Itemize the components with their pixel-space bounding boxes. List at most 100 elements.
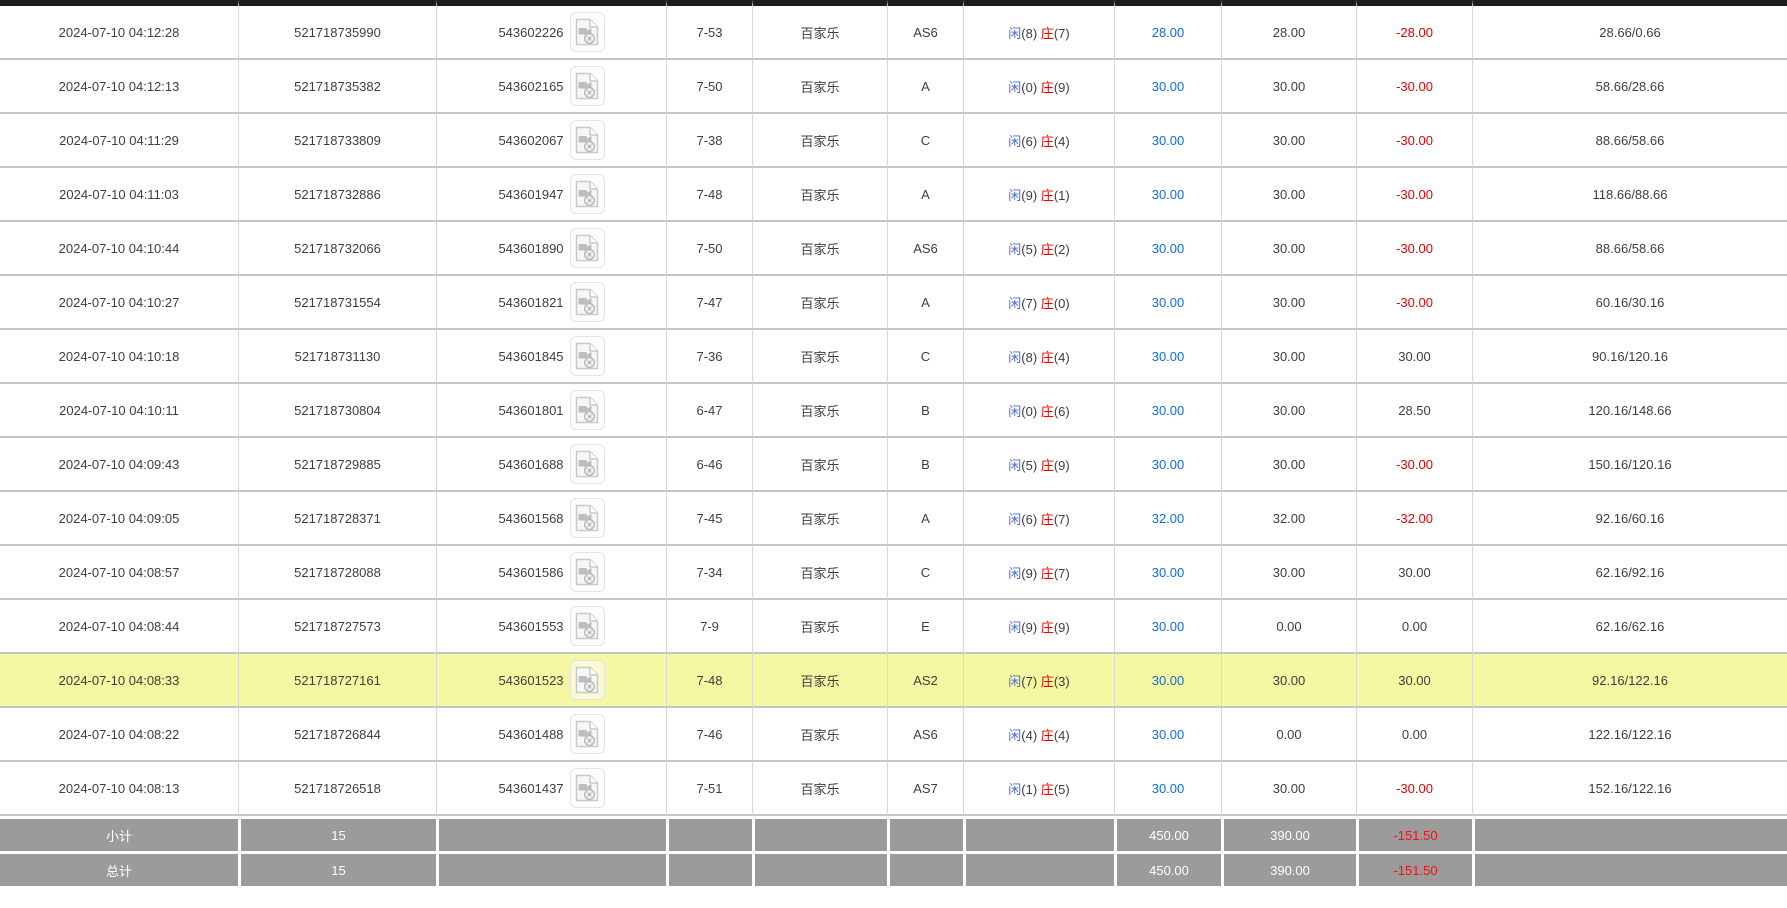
video-replay-button[interactable] — [570, 606, 605, 646]
video-replay-button[interactable] — [570, 336, 605, 376]
bet-amount-link[interactable]: 30.00 — [1152, 673, 1185, 688]
total-valid-total: 390.00 — [1221, 851, 1356, 886]
video-file-icon — [575, 774, 599, 802]
video-file-icon — [575, 612, 599, 640]
round-number: 543601586 — [498, 565, 563, 580]
round-id-group: 543601437 — [498, 768, 604, 808]
round-id-group: 543602226 — [498, 12, 604, 52]
bet-amount-link[interactable]: 28.00 — [1152, 25, 1185, 40]
table-row[interactable]: 2024-07-10 04:12:13521718735382543602165… — [0, 60, 1787, 114]
table-row[interactable]: 2024-07-10 04:11:03521718732886543601947… — [0, 168, 1787, 222]
round-number: 543602067 — [498, 133, 563, 148]
zhuang-points: (4) — [1054, 350, 1070, 365]
cell-table-number: 7-36 — [666, 330, 752, 384]
cell-game-type: 百家乐 — [752, 762, 887, 816]
cell-game-type: 百家乐 — [752, 114, 887, 168]
video-replay-button[interactable] — [570, 444, 605, 484]
table-row[interactable]: 2024-07-10 04:10:27521718731554543601821… — [0, 276, 1787, 330]
bet-amount-link[interactable]: 30.00 — [1152, 403, 1185, 418]
cell-valid-amount: 28.00 — [1221, 0, 1356, 60]
xian-points: (1) — [1021, 782, 1041, 797]
video-replay-button[interactable] — [570, 66, 605, 106]
table-body: 2024-07-10 04:12:28521718735990543602226… — [0, 0, 1787, 816]
bet-amount-link[interactable]: 30.00 — [1152, 619, 1185, 634]
subtotal-label: 小计 — [0, 816, 238, 851]
video-replay-button[interactable] — [570, 120, 605, 160]
video-replay-button[interactable] — [570, 174, 605, 214]
table-row[interactable]: 2024-07-10 04:09:43521718729885543601688… — [0, 438, 1787, 492]
video-replay-button[interactable] — [570, 390, 605, 430]
bet-amount-link[interactable]: 30.00 — [1152, 295, 1185, 310]
round-id-group: 543601845 — [498, 336, 604, 376]
bet-amount-link[interactable]: 30.00 — [1152, 457, 1185, 472]
video-replay-button[interactable] — [570, 768, 605, 808]
table-row[interactable]: 2024-07-10 04:12:28521718735990543602226… — [0, 0, 1787, 60]
cell-game-type: 百家乐 — [752, 60, 887, 114]
cell-profit: -30.00 — [1356, 168, 1472, 222]
zhuang-points: (1) — [1054, 188, 1070, 203]
video-replay-button[interactable] — [570, 12, 605, 52]
table-row[interactable]: 2024-07-10 04:08:44521718727573543601553… — [0, 600, 1787, 654]
cell-bet-code: AS6 — [887, 708, 963, 762]
cell-game-type: 百家乐 — [752, 168, 887, 222]
cell-result: 闲(8) 庄(7) — [963, 0, 1114, 60]
bet-amount-link[interactable]: 30.00 — [1152, 241, 1185, 256]
total-row: 总计 15 450.00 390.00 -151.50 — [0, 851, 1787, 886]
zhuang-points: (9) — [1054, 80, 1070, 95]
subtotal-bet-total: 450.00 — [1114, 816, 1221, 851]
round-number: 543601801 — [498, 403, 563, 418]
video-replay-button[interactable] — [570, 714, 605, 754]
table-row[interactable]: 2024-07-10 04:11:29521718733809543602067… — [0, 114, 1787, 168]
cell-bet-id: 521718732066 — [238, 222, 436, 276]
round-id-group: 543601586 — [498, 552, 604, 592]
table-row[interactable]: 2024-07-10 04:08:33521718727161543601523… — [0, 654, 1787, 708]
video-replay-button[interactable] — [570, 282, 605, 322]
xian-points: (6) — [1021, 512, 1041, 527]
cell-bet-time: 2024-07-10 04:08:13 — [0, 762, 238, 816]
total-empty-table — [666, 851, 752, 886]
table-row[interactable]: 2024-07-10 04:09:05521718728371543601568… — [0, 492, 1787, 546]
bet-amount-link[interactable]: 30.00 — [1152, 79, 1185, 94]
bet-amount-link[interactable]: 32.00 — [1152, 511, 1185, 526]
cell-balance: 92.16/122.16 — [1472, 654, 1787, 708]
round-number: 543601488 — [498, 727, 563, 742]
video-replay-button[interactable] — [570, 660, 605, 700]
table-row[interactable]: 2024-07-10 04:08:57521718728088543601586… — [0, 546, 1787, 600]
zhuang-points: (9) — [1054, 458, 1070, 473]
bet-amount-link[interactable]: 30.00 — [1152, 187, 1185, 202]
cell-bet-time: 2024-07-10 04:09:43 — [0, 438, 238, 492]
xian-label: 闲 — [1008, 80, 1021, 95]
table-row[interactable]: 2024-07-10 04:10:18521718731130543601845… — [0, 330, 1787, 384]
bet-amount-link[interactable]: 30.00 — [1152, 133, 1185, 148]
cell-table-number: 6-47 — [666, 384, 752, 438]
zhuang-label: 庄 — [1041, 458, 1054, 473]
bet-amount-link[interactable]: 30.00 — [1152, 565, 1185, 580]
round-number: 543601553 — [498, 619, 563, 634]
bet-amount-link[interactable]: 30.00 — [1152, 781, 1185, 796]
cell-result: 闲(1) 庄(5) — [963, 762, 1114, 816]
bet-amount-link[interactable]: 30.00 — [1152, 727, 1185, 742]
cell-balance: 60.16/30.16 — [1472, 276, 1787, 330]
cell-result: 闲(9) 庄(9) — [963, 600, 1114, 654]
cell-bet-id: 521718732886 — [238, 168, 436, 222]
zhuang-points: (7) — [1054, 566, 1070, 581]
xian-label: 闲 — [1008, 350, 1021, 365]
table-row[interactable]: 2024-07-10 04:08:13521718726518543601437… — [0, 762, 1787, 816]
table-row[interactable]: 2024-07-10 04:10:44521718732066543601890… — [0, 222, 1787, 276]
video-replay-button[interactable] — [570, 552, 605, 592]
cell-result: 闲(5) 庄(9) — [963, 438, 1114, 492]
zhuang-label: 庄 — [1041, 80, 1054, 95]
cell-table-number: 7-34 — [666, 546, 752, 600]
cell-balance: 62.16/92.16 — [1472, 546, 1787, 600]
table-row[interactable]: 2024-07-10 04:08:22521718726844543601488… — [0, 708, 1787, 762]
video-replay-button[interactable] — [570, 228, 605, 268]
cell-round-id: 543601488 — [436, 708, 666, 762]
table-row[interactable]: 2024-07-10 04:10:11521718730804543601801… — [0, 384, 1787, 438]
video-file-icon — [575, 72, 599, 100]
cell-bet-time: 2024-07-10 04:11:29 — [0, 114, 238, 168]
video-file-icon — [575, 450, 599, 478]
bet-amount-link[interactable]: 30.00 — [1152, 349, 1185, 364]
zhuang-points: (7) — [1054, 26, 1070, 41]
cell-valid-amount: 30.00 — [1221, 222, 1356, 276]
video-replay-button[interactable] — [570, 498, 605, 538]
